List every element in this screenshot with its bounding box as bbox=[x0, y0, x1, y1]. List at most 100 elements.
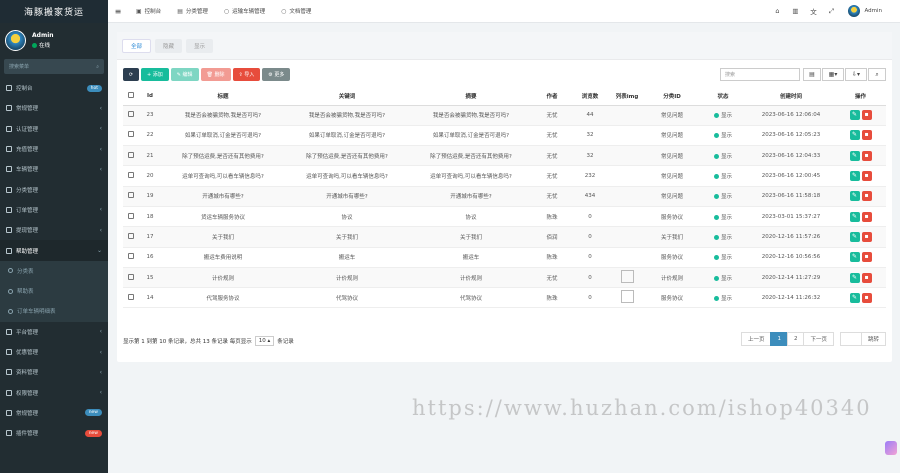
delete-row-icon[interactable]: ▪ bbox=[861, 110, 872, 121]
app-logo[interactable]: 海豚搬家货运 bbox=[0, 0, 108, 23]
prev-page-button[interactable]: 上一页 bbox=[740, 332, 772, 346]
edit-row-icon[interactable]: ✎ bbox=[849, 150, 860, 161]
table-row[interactable]: 16 搬运车费用说明 搬运车 搬运车 陈珠 0 服务协议 显示 2020-12-16 10:56… bbox=[123, 247, 886, 268]
delete-row-icon[interactable]: ▪ bbox=[861, 231, 872, 242]
edit-row-icon[interactable]: ✎ bbox=[849, 211, 860, 222]
sidebar-item[interactable]: 订单管理 ‹ bbox=[0, 200, 108, 220]
sidebar-search-input[interactable]: 搜索菜单 ⌕ bbox=[4, 59, 104, 74]
table-row[interactable]: 15 计价规则 计价规则 计价规则 无忧 0 计价规则 显示 2020-12-14 11:27:… bbox=[123, 267, 886, 289]
sidebar-item[interactable]: 充值管理 ‹ bbox=[0, 139, 108, 159]
top-tab[interactable]: ▤ 分类管理 bbox=[169, 0, 216, 22]
page-1-button[interactable]: 1 bbox=[770, 332, 788, 346]
delete-row-icon[interactable]: ▪ bbox=[861, 191, 872, 202]
import-button[interactable]: ⇪ 导入 bbox=[232, 68, 261, 81]
sidebar-item[interactable]: 常规管理 new bbox=[0, 403, 108, 423]
sidebar-item[interactable]: 资料管理 ‹ bbox=[0, 362, 108, 382]
row-checkbox[interactable] bbox=[128, 151, 134, 158]
edit-row-icon[interactable]: ✎ bbox=[849, 130, 860, 141]
more-button[interactable]: ⚙ 更多 bbox=[262, 68, 291, 81]
advanced-search-icon[interactable]: ⌕ bbox=[868, 68, 886, 81]
row-checkbox[interactable] bbox=[128, 293, 134, 300]
sidebar-item[interactable]: 优惠管理 ‹ bbox=[0, 342, 108, 362]
table-row[interactable]: 19 开通城市有哪些? 开通城市有哪些? 开通城市有哪些? 无忧 434 常见问题 显示 202… bbox=[123, 186, 886, 207]
delete-row-icon[interactable]: ▪ bbox=[861, 130, 872, 141]
filter-tab[interactable]: 显示 bbox=[186, 39, 214, 53]
row-checkbox[interactable] bbox=[128, 232, 134, 239]
table-row[interactable]: 23 我是否会被骗货物,我是否可吗? 我是否会被骗货物,我是否可吗? 我是否会被骗货物… bbox=[123, 105, 886, 126]
table-row[interactable]: 17 关于我们 关于我们 关于我们 佰润 0 关于我们 显示 2020-12-16 11:57:… bbox=[123, 226, 886, 248]
sidebar-item[interactable]: 控制台 hot bbox=[0, 78, 108, 98]
sidebar-item[interactable]: 分类管理 bbox=[0, 179, 108, 199]
translate-icon[interactable]: 文 bbox=[804, 6, 822, 16]
sidebar-item[interactable]: 权限管理 ‹ bbox=[0, 382, 108, 402]
table-row[interactable]: 22 如果订单取消,订金是否可退吗? 如果订单取消,订金是否可退吗? 如果订单取消,订… bbox=[123, 125, 886, 147]
row-checkbox[interactable] bbox=[128, 273, 134, 280]
table-search-input[interactable]: 搜索 bbox=[720, 68, 800, 81]
sidebar-item[interactable]: 平台管理 ‹ bbox=[0, 322, 108, 342]
top-tab[interactable]: ○ 运输车辆管理 bbox=[216, 0, 273, 22]
corner-widget-icon[interactable] bbox=[885, 441, 897, 455]
select-all-header[interactable] bbox=[123, 88, 139, 106]
row-checkbox[interactable] bbox=[128, 172, 134, 179]
columns-icon[interactable]: ▦▾ bbox=[822, 68, 844, 81]
sidebar-subitem[interactable]: 订单车辆明细表 bbox=[0, 301, 108, 321]
filter-tab[interactable]: 隐藏 bbox=[155, 39, 183, 53]
edit-row-icon[interactable]: ✎ bbox=[849, 110, 860, 121]
delete-row-icon[interactable]: ▪ bbox=[861, 272, 872, 283]
cell-views: 0 bbox=[571, 267, 609, 289]
edit-row-icon[interactable]: ✎ bbox=[849, 171, 860, 182]
delete-row-icon[interactable]: ▪ bbox=[861, 252, 872, 263]
page-size-select[interactable]: 10 ▴ bbox=[254, 336, 275, 346]
top-avatar[interactable] bbox=[848, 5, 861, 17]
top-tab[interactable]: ▣ 控制台 bbox=[128, 0, 169, 22]
refresh-button[interactable]: ⟳ bbox=[123, 68, 139, 81]
select-all-checkbox[interactable] bbox=[128, 92, 134, 99]
row-checkbox[interactable] bbox=[128, 131, 134, 138]
menu-toggle-icon[interactable]: ≡ bbox=[108, 7, 128, 16]
search-icon[interactable]: ⌕ bbox=[96, 64, 99, 70]
delete-row-icon[interactable]: ▪ bbox=[861, 150, 872, 161]
broken-image-icon[interactable] bbox=[620, 270, 634, 284]
next-page-button[interactable]: 下一页 bbox=[803, 332, 834, 346]
edit-button[interactable]: ✎ 编辑 bbox=[170, 68, 199, 81]
add-button[interactable]: + 添加 bbox=[141, 68, 169, 81]
delete-row-icon[interactable]: ▪ bbox=[861, 211, 872, 222]
delete-row-icon[interactable]: ▪ bbox=[861, 292, 872, 303]
jump-button[interactable]: 跳转 bbox=[860, 332, 886, 346]
table-row[interactable]: 20 运单可查询吗,可以看车辆信息吗? 运单可查询吗,可以看车辆信息吗? 运单可查询吗… bbox=[123, 165, 886, 187]
row-checkbox[interactable] bbox=[128, 212, 134, 219]
page-jump-input[interactable] bbox=[839, 332, 862, 346]
sidebar-item[interactable]: 提现管理 ‹ bbox=[0, 220, 108, 240]
edit-row-icon[interactable]: ✎ bbox=[849, 292, 860, 303]
list-view-icon[interactable]: ▤ bbox=[803, 68, 821, 81]
sidebar-item[interactable]: 车辆管理 ‹ bbox=[0, 159, 108, 179]
delete-row-icon[interactable]: ▪ bbox=[861, 171, 872, 182]
sidebar-item[interactable]: 插件管理 new bbox=[0, 423, 108, 443]
sidebar-item[interactable]: 常规管理 ‹ bbox=[0, 98, 108, 118]
trash-icon[interactable]: ▥ bbox=[786, 7, 804, 15]
top-tab[interactable]: ○ 文档管理 bbox=[273, 0, 319, 22]
sidebar-subitem[interactable]: 帮助表 bbox=[0, 281, 108, 301]
row-checkbox[interactable] bbox=[128, 192, 134, 199]
fullscreen-icon[interactable]: ⤢ bbox=[822, 7, 840, 16]
edit-row-icon[interactable]: ✎ bbox=[849, 252, 860, 263]
sidebar-item[interactable]: 认证管理 ‹ bbox=[0, 119, 108, 139]
edit-row-icon[interactable]: ✎ bbox=[849, 272, 860, 283]
delete-button[interactable]: 🗑 删除 bbox=[200, 68, 231, 81]
row-checkbox[interactable] bbox=[128, 253, 134, 260]
filter-tab[interactable]: 全部 bbox=[122, 39, 152, 53]
top-user-name[interactable]: Admin bbox=[864, 8, 882, 14]
edit-row-icon[interactable]: ✎ bbox=[849, 191, 860, 202]
status-label: 显示 bbox=[720, 255, 732, 262]
edit-row-icon[interactable]: ✎ bbox=[849, 231, 860, 242]
sidebar-item[interactable]: 帮助管理 ⌄ bbox=[0, 240, 108, 261]
broken-image-icon[interactable] bbox=[620, 290, 634, 304]
sidebar-subitem[interactable]: 分类表 bbox=[0, 261, 108, 281]
home-icon[interactable]: ⌂ bbox=[768, 7, 786, 15]
table-row[interactable]: 14 代驾服务协议 代驾协议 代驾协议 陈珠 0 服务协议 显示 2020-12-14 11:2… bbox=[123, 287, 886, 309]
row-checkbox[interactable] bbox=[128, 111, 134, 118]
table-row[interactable]: 21 除了预估运费,是否还有其他费用? 除了预估运费,是否还有其他费用? 除了预估运费… bbox=[123, 145, 886, 167]
page-2-button[interactable]: 2 bbox=[786, 332, 805, 346]
export-icon[interactable]: ⇩▾ bbox=[845, 68, 867, 81]
table-row[interactable]: 18 货运车辆服务协议 协议 协议 陈珠 0 服务协议 显示 2023-03-01 15:37:… bbox=[123, 206, 886, 228]
